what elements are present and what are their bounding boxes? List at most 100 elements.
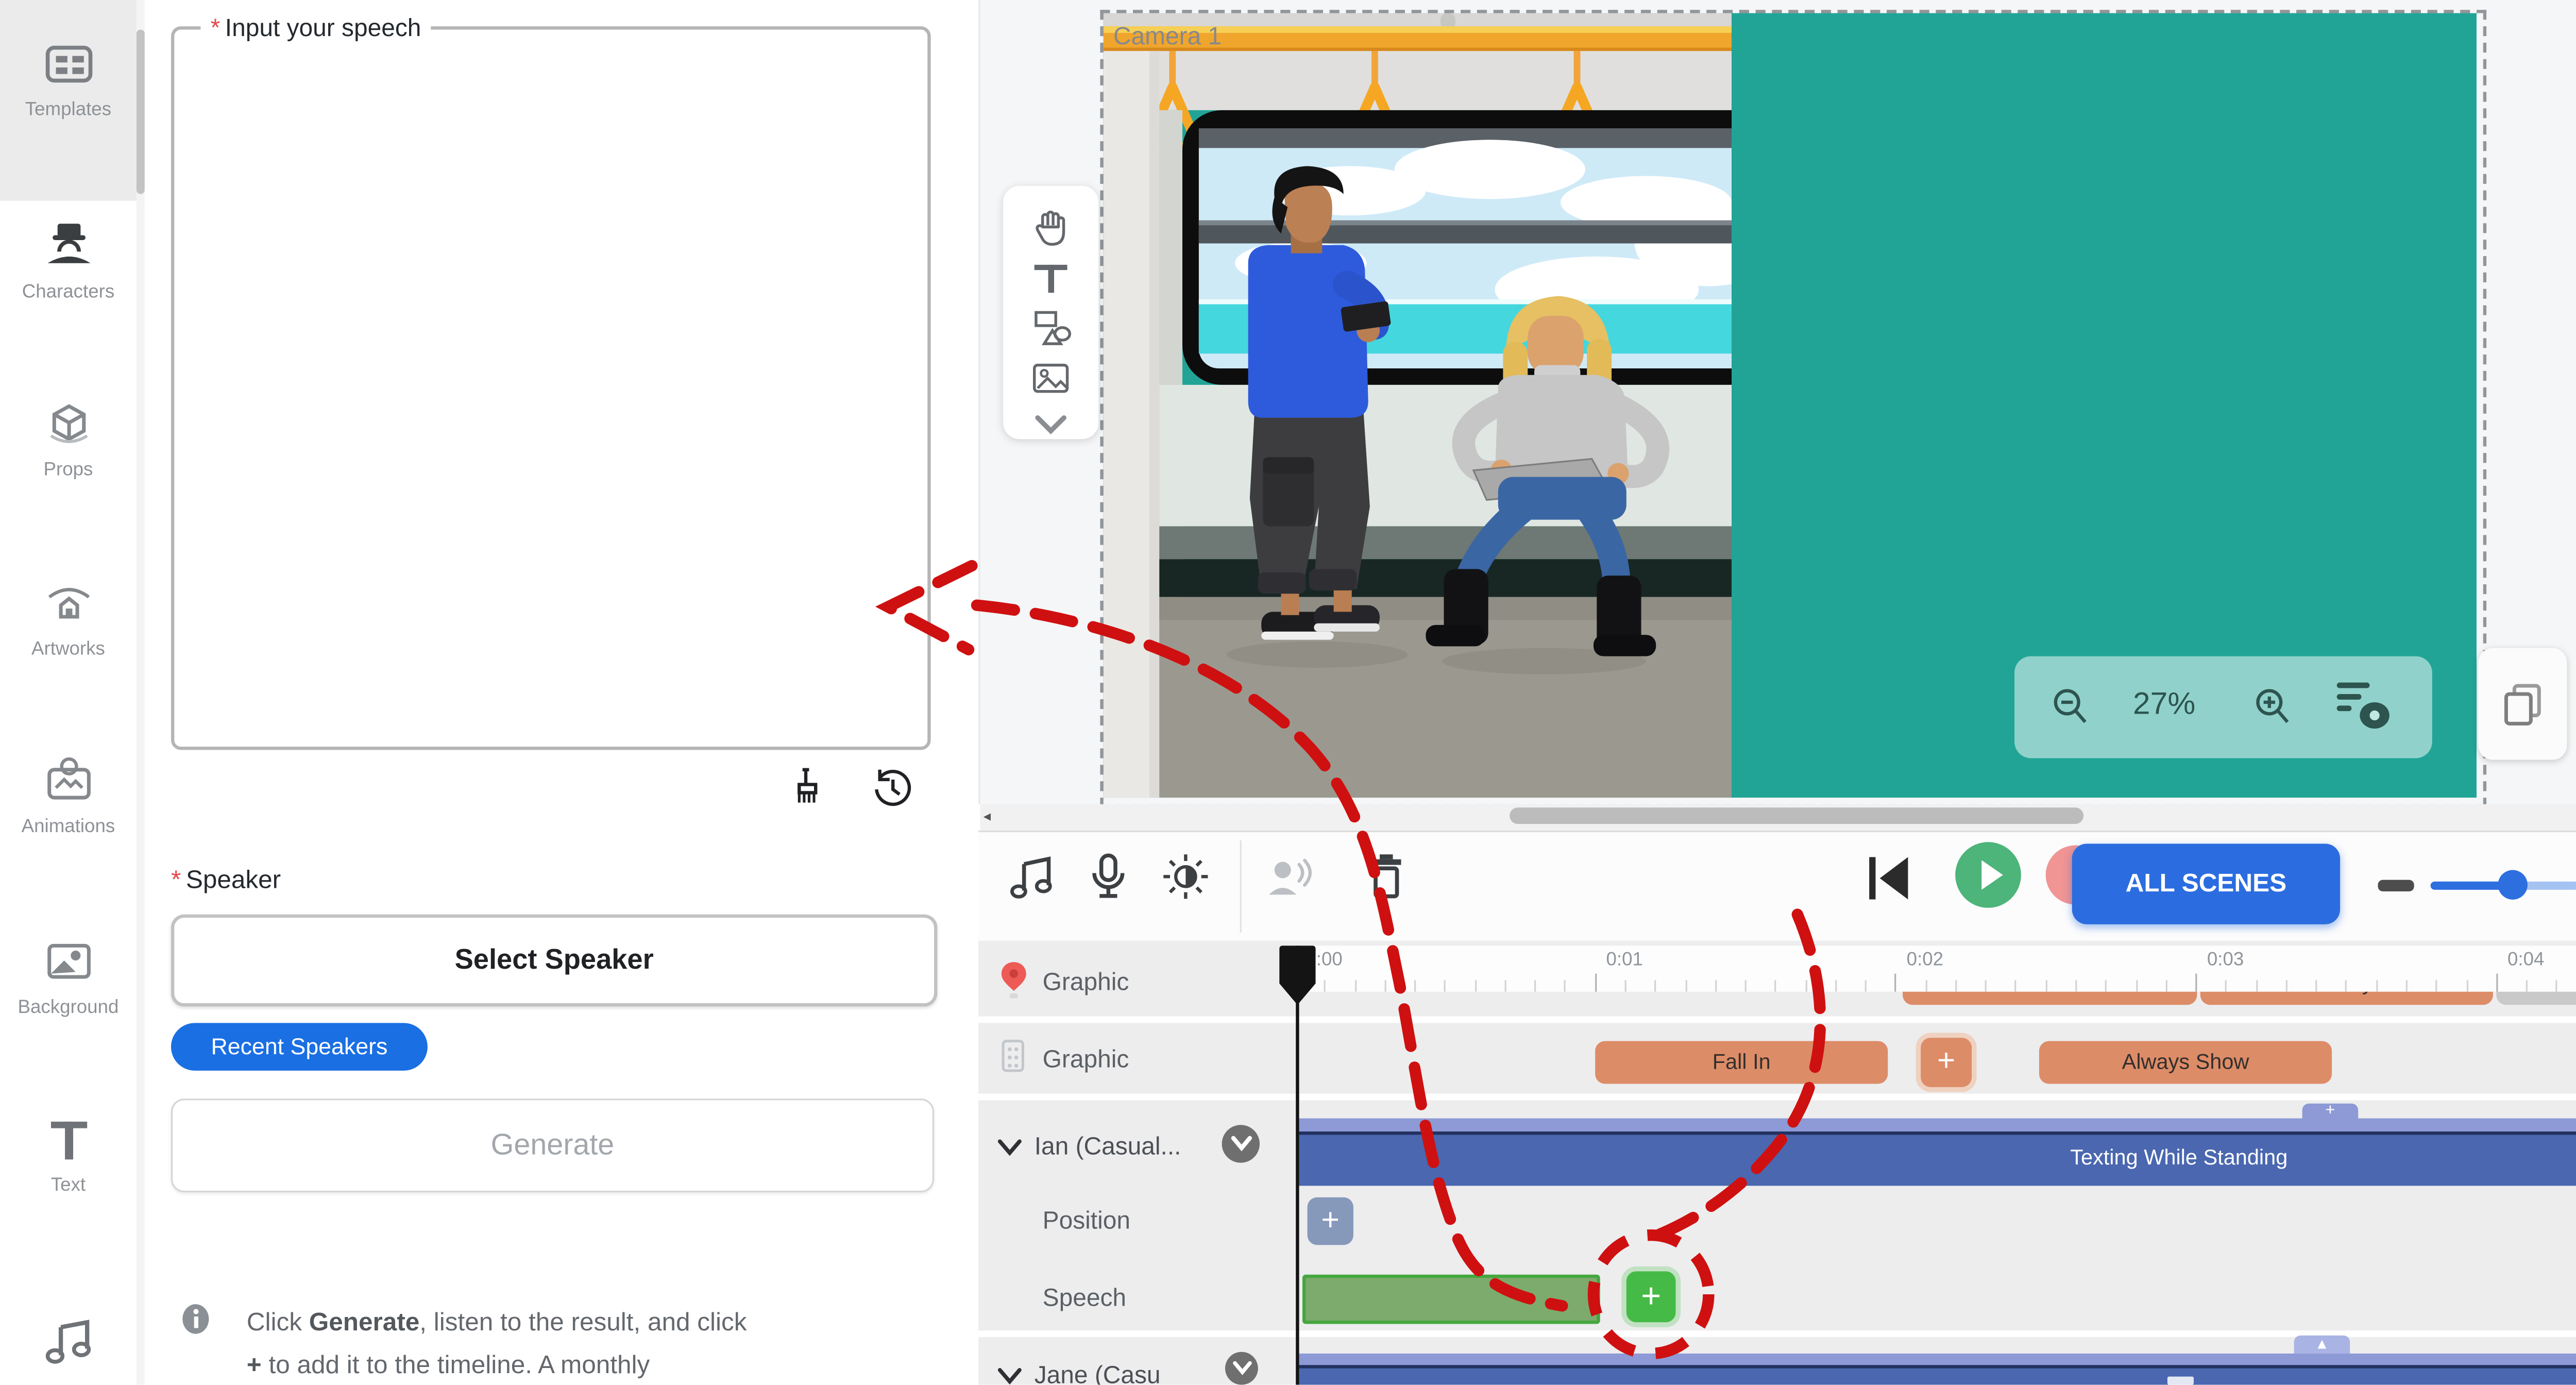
timeline-zoom-slider-knob[interactable] xyxy=(2498,870,2527,900)
character-voice-icon[interactable] xyxy=(1266,854,1316,903)
image-tool-icon[interactable] xyxy=(1029,359,1072,401)
graphic-bar-always-show[interactable]: Always Show xyxy=(2039,1041,2332,1084)
sidebar-item-background[interactable]: Background xyxy=(0,934,137,1018)
play-icon xyxy=(1955,842,2021,908)
generate-button[interactable]: Generate xyxy=(171,1099,934,1192)
microphone-icon[interactable] xyxy=(1083,852,1133,901)
track-label-position[interactable]: Position xyxy=(1043,1207,1130,1235)
canvas-tools-panel xyxy=(1003,186,1098,440)
track-label-jane[interactable]: Jane (Casu xyxy=(1035,1362,1161,1385)
jane-track-options-badge[interactable] xyxy=(1225,1352,1258,1385)
sidebar-item-label: Props xyxy=(0,461,137,480)
sidebar-item-artworks[interactable]: Artworks xyxy=(0,576,137,660)
ruler-major-tick xyxy=(2195,974,2197,992)
text-tool-icon[interactable] xyxy=(1029,257,1072,299)
collapse-chevron-icon[interactable] xyxy=(996,1365,1023,1384)
playhead-line[interactable] xyxy=(1295,945,1299,1384)
play-button[interactable] xyxy=(1955,842,2021,908)
preview-eye-icon[interactable] xyxy=(2330,679,2396,735)
speech-clip-bar[interactable] xyxy=(1302,1275,1600,1324)
ruler-minor-tick xyxy=(1535,980,1536,991)
canvas-scrollbar-thumb[interactable] xyxy=(1510,807,2083,824)
chevron-down-icon[interactable] xyxy=(1029,403,1072,446)
brightness-icon[interactable] xyxy=(1161,852,1210,901)
required-asterisk: * xyxy=(211,15,221,43)
sidebar-item-templates[interactable]: Templates xyxy=(0,36,137,120)
speech-input-fieldset: *Input your speech xyxy=(171,26,931,750)
ruler-minor-tick xyxy=(1805,980,1806,991)
timeline-zoom-out-minus[interactable] xyxy=(2378,880,2414,891)
track-label-speech[interactable]: Speech xyxy=(1043,1285,1126,1312)
templates-icon xyxy=(40,36,96,92)
sidebar-item-text[interactable]: Text xyxy=(0,1112,137,1196)
ruler-minor-tick xyxy=(2406,980,2408,991)
all-scenes-button[interactable]: ALL SCENES xyxy=(2072,843,2340,924)
badge-chevron-down-icon xyxy=(1231,1360,1252,1377)
ian-animation-bar[interactable] xyxy=(1299,1131,2576,1186)
ruler-label: 0:02 xyxy=(1907,951,1943,970)
sidebar-item-props[interactable]: Props xyxy=(0,396,137,480)
jane-animation-bar-top[interactable] xyxy=(1299,1354,2576,1364)
sidebar-item-label: Templates xyxy=(0,100,137,120)
canvas-horizontal-scrollbar[interactable]: ◂ xyxy=(980,804,2576,831)
ruler-major-tick xyxy=(2496,974,2498,992)
sidebar-item-animations[interactable]: Animations xyxy=(0,753,137,837)
ruler-minor-tick xyxy=(1475,980,1476,991)
sidebar-item-label: Artworks xyxy=(0,640,137,660)
speech-panel: *Input your speech *Speaker Select Speak… xyxy=(145,0,978,1385)
track-label-graphic-2[interactable]: Graphic xyxy=(1043,1046,1129,1074)
sidebar-scrollbar[interactable] xyxy=(137,0,145,1385)
add-position-keyframe-button[interactable]: + xyxy=(1308,1197,1353,1245)
scroll-left-arrow-icon[interactable]: ◂ xyxy=(984,807,991,825)
characters-icon xyxy=(40,219,96,275)
ruler-minor-tick xyxy=(2376,980,2377,991)
skip-to-start-icon[interactable] xyxy=(1865,854,1914,903)
shapes-tool-icon[interactable] xyxy=(1029,308,1072,350)
trash-icon[interactable] xyxy=(1362,852,1411,901)
ruler-minor-tick xyxy=(2015,980,2017,991)
playhead-handle[interactable] xyxy=(1278,944,1317,1010)
ruler-minor-tick xyxy=(2436,980,2437,991)
music-icon[interactable] xyxy=(1006,854,1056,903)
collapse-chevron-icon[interactable] xyxy=(996,1137,1023,1158)
select-speaker-button[interactable]: Select Speaker xyxy=(171,915,937,1007)
sidebar-item-characters[interactable]: Characters xyxy=(0,219,137,303)
jane-animation-bar[interactable] xyxy=(1299,1364,2576,1385)
history-icon[interactable] xyxy=(872,766,914,809)
clear-brush-icon[interactable] xyxy=(786,766,829,809)
sidebar-scrollbar-thumb[interactable] xyxy=(137,29,145,194)
ian-animation-bar-top[interactable] xyxy=(1299,1118,2576,1131)
ruler-minor-tick xyxy=(2165,980,2167,991)
ruler-minor-tick xyxy=(1384,980,1386,991)
ruler-label: 0:03 xyxy=(2207,951,2244,970)
hint-line-2: + to add it to the timeline. A monthly xyxy=(247,1352,650,1381)
add-speech-to-timeline-button[interactable]: + xyxy=(1626,1271,1676,1322)
toolbar-divider xyxy=(1240,840,1242,933)
speech-input-label: *Input your speech xyxy=(200,15,431,43)
camera-label: Camera 1 xyxy=(1113,23,1222,51)
ruler-minor-tick xyxy=(1685,980,1686,991)
ruler-minor-tick xyxy=(1504,980,1506,991)
speech-input-textarea[interactable] xyxy=(181,43,921,740)
jane-animation-up-tab[interactable]: ▲ xyxy=(2294,1336,2350,1354)
track-label-ian[interactable]: Ian (Casual... xyxy=(1035,1133,1181,1161)
graphic-bar-fall-in[interactable]: Fall In xyxy=(1595,1041,1888,1084)
track-label-graphic-1[interactable]: Graphic xyxy=(1043,969,1129,996)
ruler-minor-tick xyxy=(2106,980,2107,991)
zoom-in-icon[interactable] xyxy=(2253,686,2294,727)
canvas-workspace: Camera 1 xyxy=(978,0,2576,804)
speaker-label: *Speaker xyxy=(171,867,281,896)
ruler-minor-tick xyxy=(1354,980,1356,991)
pan-hand-icon[interactable] xyxy=(1029,206,1072,248)
ruler-minor-tick xyxy=(1624,980,1626,991)
ian-track-options-badge[interactable] xyxy=(1222,1125,1260,1162)
recent-speakers-button[interactable]: Recent Speakers xyxy=(171,1023,428,1071)
add-graphic-effect-button[interactable]: + xyxy=(1921,1038,1972,1087)
filmstrip-icon xyxy=(1002,1039,1025,1072)
zoom-percentage: 27% xyxy=(2133,687,2195,723)
duplicate-scene-button[interactable] xyxy=(2478,648,2567,760)
zoom-out-icon[interactable] xyxy=(2050,686,2092,727)
ian-animation-label[interactable]: Texting While Standing xyxy=(2039,1145,2319,1170)
timeline-ruler[interactable]: 0:000:010:020:030:04 xyxy=(1287,945,2576,991)
sidebar-item-audio[interactable] xyxy=(0,1316,137,1380)
